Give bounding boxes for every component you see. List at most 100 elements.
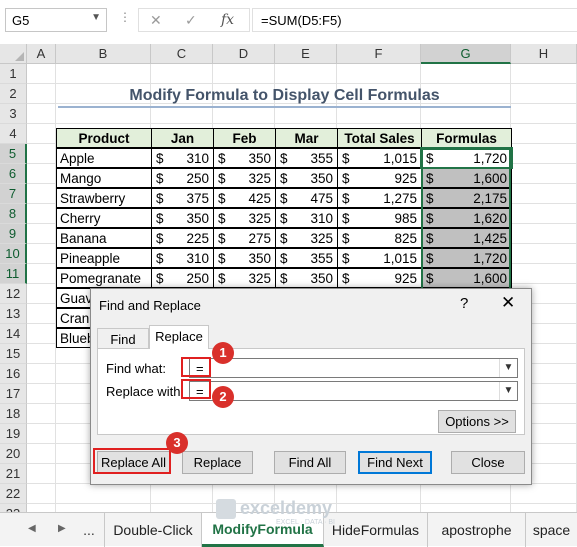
feb-cell[interactable]: $275 [213,228,276,248]
product-cell[interactable]: Cherry [56,208,152,228]
total-cell[interactable]: $925 [337,268,422,288]
row-header-18[interactable]: 18 [0,404,27,424]
mar-cell[interactable]: $350 [275,268,338,288]
product-cell[interactable]: Pomegranate [56,268,152,288]
jan-cell[interactable]: $225 [151,228,214,248]
feb-cell[interactable]: $325 [213,208,276,228]
row-header-21[interactable]: 21 [0,464,27,484]
formula-input[interactable]: =SUM(D5:F5) [252,8,577,32]
table-header-product[interactable]: Product [56,128,152,148]
mar-cell[interactable]: $355 [275,148,338,168]
row-header-2[interactable]: 2 [0,84,27,104]
feb-cell[interactable]: $325 [213,268,276,288]
column-header-g[interactable]: G [421,44,511,64]
formula-cell[interactable]: $1,600 [421,268,512,288]
find-what-input[interactable]: = ▼ [189,358,518,378]
column-header-e[interactable]: E [275,44,337,64]
column-header-d[interactable]: D [213,44,275,64]
total-cell[interactable]: $985 [337,208,422,228]
row-header-13[interactable]: 13 [0,304,27,324]
tab-more-button[interactable]: ... [74,513,104,547]
check-icon[interactable]: ✓ [185,12,197,29]
grip-icon[interactable]: ⋮ [119,10,131,24]
table-header-formulas[interactable]: Formulas [421,128,512,148]
mar-cell[interactable]: $355 [275,248,338,268]
help-icon[interactable]: ? [460,295,468,312]
total-cell[interactable]: $925 [337,168,422,188]
row-header-22[interactable]: 22 [0,484,27,504]
product-cell[interactable]: Apple [56,148,152,168]
table-header-total-sales[interactable]: Total Sales [337,128,422,148]
row-header-11[interactable]: 11 [0,264,27,284]
jan-cell[interactable]: $310 [151,248,214,268]
formula-cell[interactable]: $1,720 [421,248,512,268]
tab-space[interactable]: space [526,513,577,547]
find-next-button[interactable]: Find Next [358,451,432,474]
formula-cell[interactable]: $1,720 [420,147,513,169]
find-all-button[interactable]: Find All [274,451,346,474]
column-header-a[interactable]: A [27,44,56,64]
mar-cell[interactable]: $350 [275,168,338,188]
row-header-10[interactable]: 10 [0,244,27,264]
table-header-jan[interactable]: Jan [151,128,214,148]
total-cell[interactable]: $1,275 [337,188,422,208]
tab-scroll-left-icon[interactable]: ◀ [28,523,36,534]
row-header-20[interactable]: 20 [0,444,27,464]
formula-cell[interactable]: $1,620 [421,208,512,228]
row-header-15[interactable]: 15 [0,344,27,364]
chevron-down-icon[interactable]: ▼ [91,12,101,23]
mar-cell[interactable]: $310 [275,208,338,228]
row-header-1[interactable]: 1 [0,64,27,84]
row-header-3[interactable]: 3 [0,104,27,124]
row-header-6[interactable]: 6 [0,164,27,184]
table-header-mar[interactable]: Mar [275,128,338,148]
product-cell[interactable]: Banana [56,228,152,248]
feb-cell[interactable]: $350 [213,248,276,268]
row-header-12[interactable]: 12 [0,284,27,304]
tab-apostrophe[interactable]: apostrophe [428,513,526,547]
product-cell[interactable]: Mango [56,168,152,188]
table-header-feb[interactable]: Feb [213,128,276,148]
total-cell[interactable]: $1,015 [337,248,422,268]
column-header-f[interactable]: F [337,44,421,64]
row-header-17[interactable]: 17 [0,384,27,404]
feb-cell[interactable]: $325 [213,168,276,188]
row-header-14[interactable]: 14 [0,324,27,344]
select-all-corner[interactable] [0,44,27,64]
row-header-4[interactable]: 4 [0,124,27,144]
row-header-5[interactable]: 5 [0,144,27,164]
tab-double-click[interactable]: Double-Click [104,513,202,547]
chevron-down-icon[interactable]: ▼ [499,382,517,400]
insert-function-icon[interactable]: fx [221,12,234,28]
formula-cell[interactable]: $1,425 [421,228,512,248]
close-icon[interactable]: ✕ [501,293,515,313]
chevron-down-icon[interactable]: ▼ [499,359,517,377]
product-cell[interactable]: Pineapple [56,248,152,268]
jan-cell[interactable]: $250 [151,268,214,288]
close-button[interactable]: Close [451,451,525,474]
row-header-8[interactable]: 8 [0,204,27,224]
feb-cell[interactable]: $425 [213,188,276,208]
jan-cell[interactable]: $250 [151,168,214,188]
tab-find[interactable]: Find [97,328,149,349]
mar-cell[interactable]: $325 [275,228,338,248]
feb-cell[interactable]: $350 [213,148,276,168]
name-box[interactable]: G5 ▼ [5,8,107,32]
column-header-c[interactable]: C [151,44,213,64]
product-cell[interactable]: Strawberry [56,188,152,208]
jan-cell[interactable]: $350 [151,208,214,228]
formula-cell[interactable]: $1,600 [421,168,512,188]
jan-cell[interactable]: $375 [151,188,214,208]
total-cell[interactable]: $1,015 [337,148,422,168]
options-button[interactable]: Options >> [438,410,516,433]
formula-cell[interactable]: $2,175 [421,188,512,208]
row-header-16[interactable]: 16 [0,364,27,384]
column-header-b[interactable]: B [56,44,151,64]
jan-cell[interactable]: $310 [151,148,214,168]
tab-replace[interactable]: Replace [149,325,209,349]
mar-cell[interactable]: $475 [275,188,338,208]
tab-scroll-right-icon[interactable]: ▶ [58,523,66,534]
row-header-19[interactable]: 19 [0,424,27,444]
replace-button[interactable]: Replace [182,451,253,474]
row-header-9[interactable]: 9 [0,224,27,244]
